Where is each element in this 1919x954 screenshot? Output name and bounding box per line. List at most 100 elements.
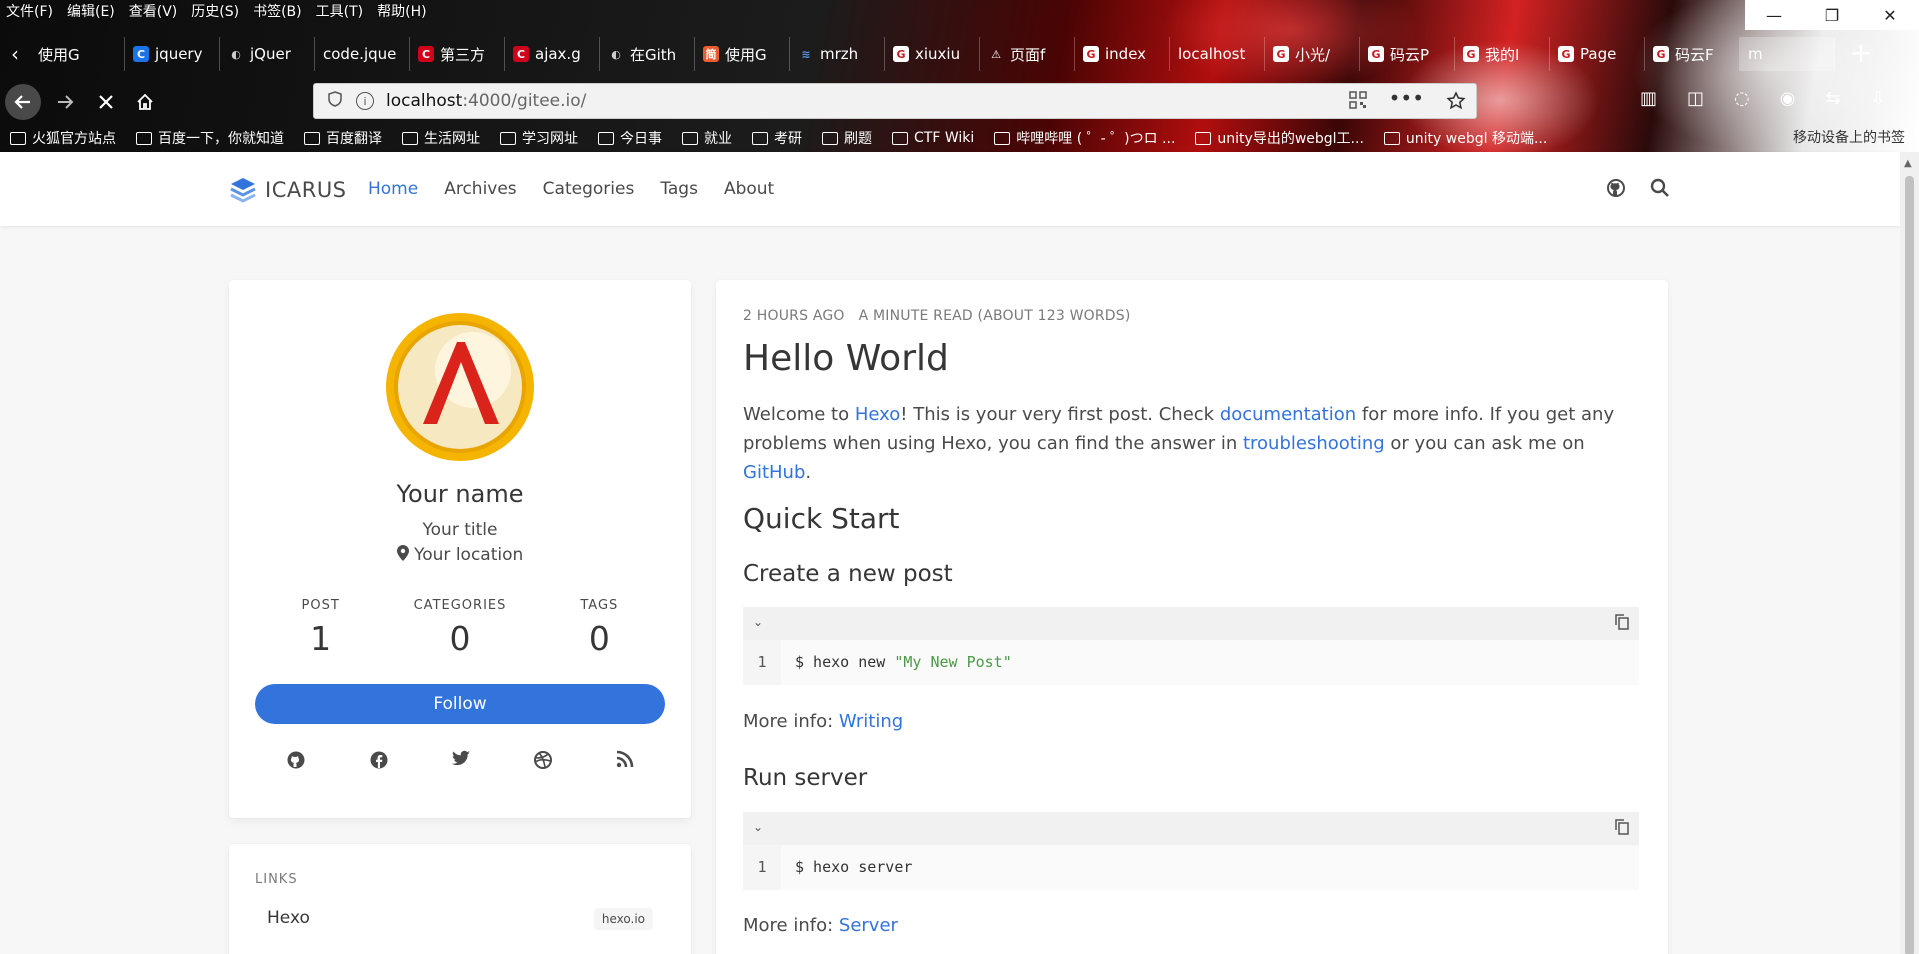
downloads-icon[interactable]: ⇩	[1871, 88, 1886, 109]
browser-tab[interactable]: G Page	[1550, 37, 1645, 71]
browser-tab[interactable]: ⚠ 页面f	[980, 37, 1075, 71]
chevron-down-icon[interactable]: ⌄	[753, 820, 763, 834]
bookmark-item[interactable]: 学习网址	[500, 128, 578, 148]
back-button[interactable]	[5, 84, 41, 120]
tab-scroll-left-icon[interactable]: ‹	[0, 42, 30, 66]
writing-link[interactable]: Writing	[839, 711, 903, 732]
browser-tab[interactable]: ◐ 在Gith	[600, 37, 695, 71]
dribbble-icon[interactable]	[533, 750, 553, 770]
stat-posts[interactable]: POST 1	[251, 598, 390, 658]
ghostery-icon[interactable]: ◉	[1780, 88, 1796, 109]
site-brand[interactable]: ICARUS	[229, 176, 347, 204]
link-item-hexo[interactable]: Hexo	[267, 908, 310, 928]
github-icon[interactable]	[1606, 178, 1626, 198]
mobile-bookmarks[interactable]: 移动设备上的书签	[1793, 124, 1905, 152]
browser-tab[interactable]: m	[1740, 37, 1835, 71]
translate-icon[interactable]: ⇆	[1825, 88, 1840, 109]
more-info-label: More info:	[743, 915, 839, 936]
browser-tab[interactable]: Cajax.g	[505, 37, 600, 71]
copy-icon[interactable]	[1615, 819, 1629, 835]
browser-tab[interactable]: G 小光/	[1265, 37, 1360, 71]
browser-tab[interactable]: ◐ jQuer	[220, 37, 315, 71]
troubleshooting-link[interactable]: troubleshooting	[1243, 433, 1385, 454]
restore-button[interactable]: ❐	[1803, 0, 1861, 30]
new-tab-button[interactable]: +	[1844, 36, 1878, 70]
browser-tab[interactable]: Cjquery	[125, 37, 220, 71]
github-link[interactable]: GitHub	[743, 462, 805, 483]
nav-about[interactable]: About	[724, 179, 774, 199]
info-icon[interactable]: i	[356, 92, 374, 110]
brand-name: ICARUS	[265, 178, 347, 202]
browser-tab[interactable]: 简使用G	[695, 37, 790, 71]
github-icon: ◐	[611, 47, 621, 61]
browser-tab[interactable]: Gxiuxiu	[885, 37, 980, 71]
bookmark-item[interactable]: 生活网址	[402, 128, 480, 148]
browser-tab[interactable]: C 第三方	[410, 37, 505, 71]
menu-history[interactable]: 历史(S)	[191, 1, 239, 21]
bookmark-item[interactable]: 哔哩哔哩 ( ゜- ゜)つロ ...	[994, 128, 1175, 148]
browser-tab[interactable]: G 我的I	[1455, 37, 1550, 71]
close-window-button[interactable]: ✕	[1861, 0, 1919, 30]
forward-button[interactable]	[47, 84, 83, 120]
nav-categories[interactable]: Categories	[543, 179, 635, 199]
minimize-button[interactable]: —	[1745, 0, 1803, 30]
qrcode-icon[interactable]	[1348, 91, 1367, 109]
bookmark-item[interactable]: 火狐官方站点	[10, 128, 116, 148]
bookmark-item[interactable]: unity webgl 移动端...	[1383, 128, 1547, 148]
scrollbar-thumb[interactable]	[1905, 176, 1914, 954]
hexo-link[interactable]: Hexo	[855, 404, 900, 425]
nav-archives[interactable]: Archives	[444, 179, 516, 199]
page-scrollbar[interactable]: ▲	[1900, 152, 1919, 954]
nav-tags[interactable]: Tags	[660, 179, 698, 199]
library-icon[interactable]: ▥	[1640, 88, 1657, 109]
stat-categories[interactable]: CATEGORIES 0	[390, 598, 529, 658]
address-bar[interactable]: i localhost:4000/gitee.io/ •••	[313, 83, 1477, 119]
chevron-down-icon[interactable]: ⌄	[753, 615, 763, 629]
bookmark-item[interactable]: 今日事	[598, 128, 662, 148]
stat-tags[interactable]: TAGS 0	[530, 598, 669, 658]
post-title[interactable]: Hello World	[743, 338, 949, 379]
menu-tools[interactable]: 工具(T)	[316, 1, 363, 21]
bookmark-item[interactable]: unity导出的webgl工...	[1195, 128, 1364, 148]
menu-help[interactable]: 帮助(H)	[377, 1, 426, 21]
copy-icon[interactable]	[1615, 614, 1629, 630]
bookmark-item[interactable]: 百度翻译	[304, 128, 382, 148]
browser-tab[interactable]: 使用G	[30, 37, 125, 71]
facebook-icon[interactable]	[369, 750, 389, 770]
menu-view[interactable]: 查看(V)	[129, 1, 178, 21]
browser-tab[interactable]: localhost	[1170, 37, 1265, 71]
browser-tab[interactable]: Gindex	[1075, 37, 1170, 71]
menu-file[interactable]: 文件(F)	[6, 1, 53, 21]
browser-tab[interactable]: G 码云F	[1645, 37, 1740, 71]
bookmark-item[interactable]: 就业	[682, 128, 732, 148]
bookmark-item[interactable]: 刷题	[822, 128, 872, 148]
rss-icon[interactable]	[616, 750, 634, 768]
url-text[interactable]: localhost:4000/gitee.io/	[386, 91, 586, 111]
github-icon[interactable]	[286, 750, 306, 770]
star-icon[interactable]	[1446, 91, 1466, 111]
browser-tab[interactable]: G 码云P	[1360, 37, 1455, 71]
tab-label: 第三方	[440, 45, 486, 64]
browser-tab[interactable]: ≋ mrzh	[790, 37, 885, 71]
bookmark-item[interactable]: 考研	[752, 128, 802, 148]
search-icon[interactable]	[1650, 178, 1670, 198]
follow-button[interactable]: Follow	[255, 684, 665, 724]
server-link[interactable]: Server	[839, 915, 898, 936]
documentation-link[interactable]: documentation	[1220, 404, 1356, 425]
twitter-icon[interactable]	[451, 750, 471, 768]
scroll-up-icon[interactable]: ▲	[1904, 158, 1912, 169]
nav-home[interactable]: Home	[368, 179, 418, 199]
menu-bookmarks[interactable]: 书签(B)	[253, 1, 302, 21]
stop-button[interactable]	[88, 84, 124, 120]
hamburger-menu-icon[interactable]: ≡	[1916, 88, 1919, 109]
tab-label: 码云P	[1390, 45, 1430, 64]
home-button[interactable]	[127, 84, 163, 120]
menu-edit[interactable]: 编辑(E)	[67, 1, 115, 21]
sync-icon[interactable]: ◌	[1734, 88, 1750, 109]
shield-icon[interactable]	[328, 91, 342, 111]
bookmark-item[interactable]: CTF Wiki	[892, 130, 974, 146]
sidebar-icon[interactable]: ◫	[1687, 88, 1704, 109]
bookmark-item[interactable]: 百度一下，你就知道	[136, 128, 284, 148]
more-actions-icon[interactable]: •••	[1389, 88, 1424, 111]
browser-tab[interactable]: code.jque	[315, 37, 410, 71]
